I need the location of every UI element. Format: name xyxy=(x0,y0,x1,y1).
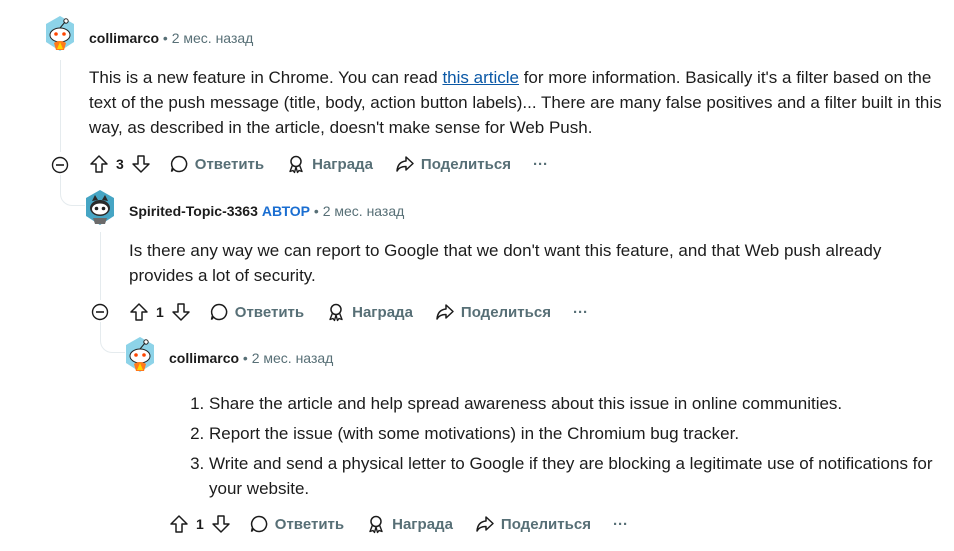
username[interactable]: collimarco xyxy=(89,30,159,46)
more-icon: ··· xyxy=(572,303,588,321)
comment-icon xyxy=(210,303,228,321)
upvote-icon[interactable] xyxy=(169,514,189,534)
comment-body: This is a new feature in Chrome. You can… xyxy=(89,68,942,137)
vote-group: 1 xyxy=(169,514,231,534)
comment-body: Is there any way we can report to Google… xyxy=(129,241,882,285)
comment-actions: 1 Ответить Награда Поделиться ··· xyxy=(129,298,610,326)
comment-body-list: Share the article and help spread awaren… xyxy=(189,391,949,506)
award-button[interactable]: Награда xyxy=(366,514,453,534)
list-item: Share the article and help spread awaren… xyxy=(209,391,949,416)
avatar-snoo-icon xyxy=(46,16,74,51)
more-icon: ··· xyxy=(612,515,628,533)
comment-meta: collimarco • 2 мес. назад xyxy=(89,29,253,47)
comment-meta: collimarco • 2 мес. назад xyxy=(169,349,333,367)
upvote-icon[interactable] xyxy=(129,302,149,322)
avatar[interactable] xyxy=(43,15,77,53)
comment-meta: Spirited-Topic-3363 АВТОР • 2 мес. назад xyxy=(129,202,404,220)
list-item: Report the issue (with some motivations)… xyxy=(209,421,949,446)
vote-count: 3 xyxy=(116,156,124,172)
avatar-snoo-icon xyxy=(126,337,154,372)
share-button[interactable]: Поделиться xyxy=(435,302,551,322)
comment-icon xyxy=(250,515,268,533)
collapse-icon[interactable] xyxy=(91,303,109,321)
reply-button[interactable]: Ответить xyxy=(209,302,304,322)
share-icon xyxy=(476,516,494,532)
list-item: Write and send a physical letter to Goog… xyxy=(209,451,949,501)
downvote-icon[interactable] xyxy=(171,302,191,322)
award-icon xyxy=(329,303,343,322)
vote-group: 1 xyxy=(129,302,191,322)
collapse-icon[interactable] xyxy=(51,156,69,174)
avatar-snoo-icon xyxy=(86,190,114,225)
downvote-icon[interactable] xyxy=(211,514,231,534)
share-icon xyxy=(396,156,414,172)
more-options-button[interactable]: ··· xyxy=(533,156,548,173)
thread-elbow-2 xyxy=(100,322,125,353)
more-icon: ··· xyxy=(532,155,548,173)
thread-elbow-1 xyxy=(60,175,85,206)
downvote-icon[interactable] xyxy=(131,154,151,174)
comment-icon xyxy=(170,155,188,173)
more-options-button[interactable]: ··· xyxy=(573,304,588,321)
thread-line-level-1 xyxy=(60,60,61,152)
op-badge: АВТОР xyxy=(261,203,311,219)
vote-group: 3 xyxy=(89,154,151,174)
timestamp: • 2 мес. назад xyxy=(242,350,334,366)
share-button[interactable]: Поделиться xyxy=(475,514,591,534)
reply-button[interactable]: Ответить xyxy=(169,154,264,174)
timestamp: • 2 мес. назад xyxy=(162,30,254,46)
thread-line-level-2 xyxy=(100,232,101,300)
upvote-icon[interactable] xyxy=(89,154,109,174)
avatar[interactable] xyxy=(83,189,117,227)
vote-count: 1 xyxy=(196,516,204,532)
share-icon xyxy=(436,304,454,320)
username[interactable]: collimarco xyxy=(169,350,239,366)
award-button[interactable]: Награда xyxy=(326,302,413,322)
avatar[interactable] xyxy=(123,336,157,374)
comment-actions: 1 Ответить Награда Поделиться ··· xyxy=(169,510,650,538)
article-link[interactable]: this article xyxy=(442,68,519,87)
timestamp: • 2 мес. назад xyxy=(313,203,405,219)
reply-button[interactable]: Ответить xyxy=(249,514,344,534)
award-button[interactable]: Награда xyxy=(286,154,373,174)
share-button[interactable]: Поделиться xyxy=(395,154,511,174)
award-icon xyxy=(289,155,303,174)
more-options-button[interactable]: ··· xyxy=(613,516,628,533)
vote-count: 1 xyxy=(156,304,164,320)
comment-actions: 3 Ответить Награда Поделиться ··· xyxy=(89,150,570,178)
username[interactable]: Spirited-Topic-3363 xyxy=(129,203,258,219)
award-icon xyxy=(369,515,383,534)
